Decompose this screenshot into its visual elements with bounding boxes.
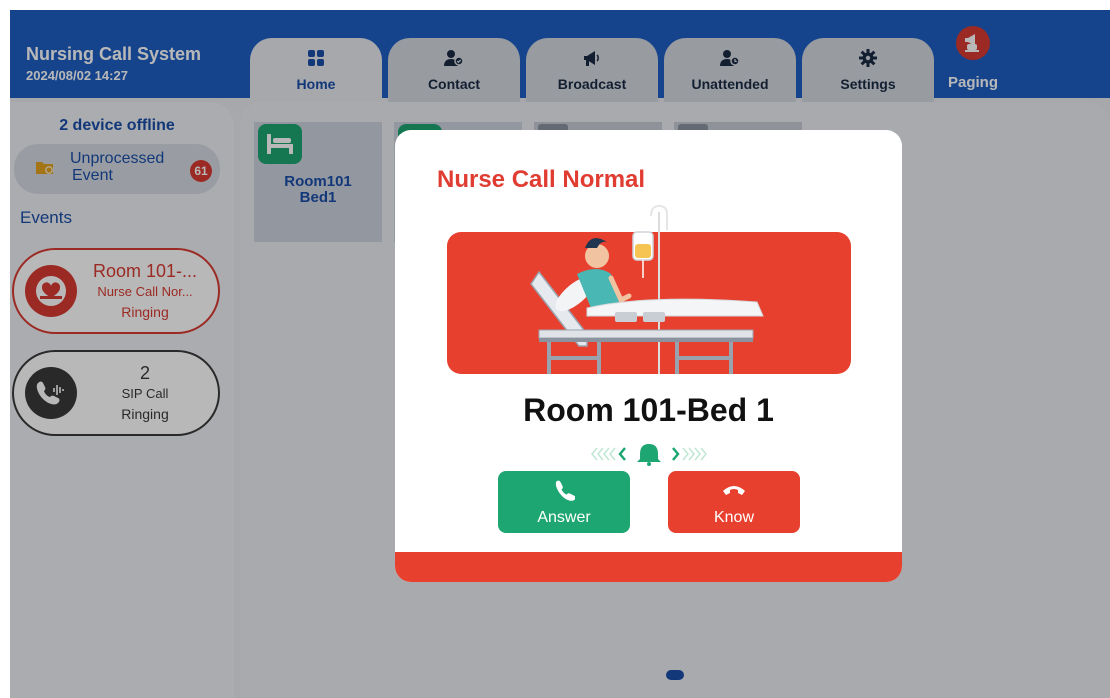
screen-margin <box>0 0 10 698</box>
answer-button[interactable]: Answer <box>498 471 630 533</box>
screen-margin <box>0 0 1110 10</box>
hang-up-icon <box>722 479 746 501</box>
ringing-bell-icon <box>395 442 902 466</box>
dialog-footer-bar <box>395 552 902 582</box>
know-label: Know <box>713 509 755 526</box>
dialog-room-name: Room 101-Bed 1 <box>523 392 774 428</box>
nurse-call-dialog: Nurse Call Normal Room 101-Bed 1 Answer … <box>395 130 902 582</box>
dialog-title: Nurse Call Normal <box>437 166 646 193</box>
know-button[interactable]: Know <box>668 471 800 533</box>
phone-icon <box>552 479 576 501</box>
answer-label: Answer <box>537 509 591 526</box>
patient-bed-illustration <box>447 204 851 374</box>
